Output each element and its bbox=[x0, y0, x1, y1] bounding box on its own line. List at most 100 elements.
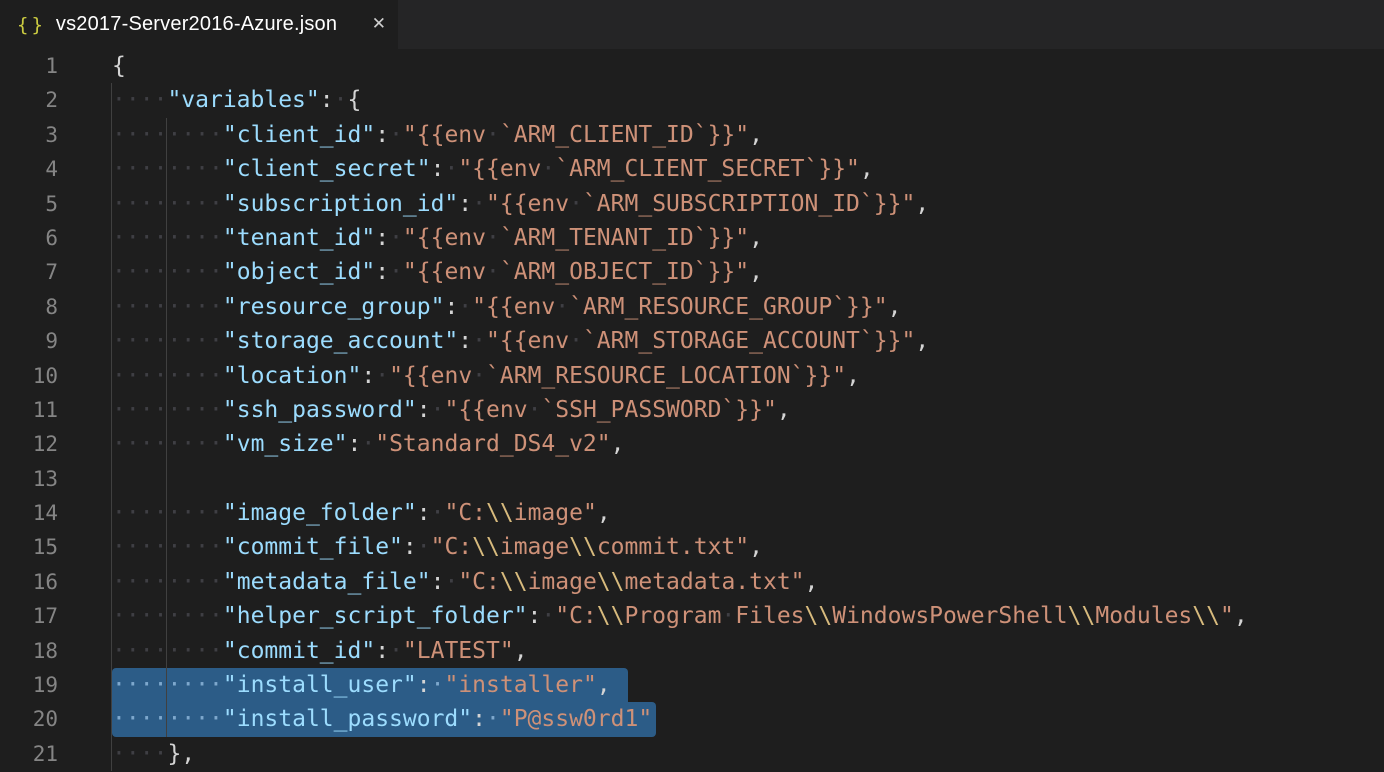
code-token: ········ bbox=[112, 397, 223, 423]
line-number[interactable]: 3 bbox=[0, 118, 58, 152]
code-token: "LATEST" bbox=[403, 638, 514, 664]
whitespace-dot: · bbox=[195, 294, 209, 320]
whitespace-dot: · bbox=[334, 87, 348, 113]
code-token: · bbox=[444, 156, 458, 182]
line-number[interactable]: 13 bbox=[0, 462, 58, 496]
line-number[interactable]: 18 bbox=[0, 634, 58, 668]
code-line[interactable]: 7········"object_id":·"{{env·`ARM_OBJECT… bbox=[0, 255, 1384, 289]
line-number[interactable]: 21 bbox=[0, 737, 58, 771]
line-number[interactable]: 14 bbox=[0, 496, 58, 530]
code-token: , bbox=[514, 638, 528, 664]
whitespace-dot: · bbox=[209, 363, 223, 389]
whitespace-dot: · bbox=[126, 500, 140, 526]
code-line[interactable]: 8 ········"resource_group":·"{{env·`ARM_R… bbox=[0, 290, 1384, 324]
whitespace-dot: · bbox=[167, 328, 181, 354]
whitespace-dot: · bbox=[154, 87, 168, 113]
whitespace-dot: · bbox=[195, 156, 209, 182]
code-text: ········"object_id":·"{{env·`ARM_OBJECT_… bbox=[112, 255, 763, 289]
line-number[interactable]: 8 bbox=[0, 290, 58, 324]
line-number[interactable]: 12 bbox=[0, 427, 58, 461]
code-token: · bbox=[361, 431, 375, 457]
code-token: \\ bbox=[1068, 603, 1096, 629]
code-line[interactable]: 11········"ssh_password":·"{{env·`SSH_PA… bbox=[0, 393, 1384, 427]
line-number[interactable]: 16 bbox=[0, 565, 58, 599]
code-text: ········"image_folder":·"C:\\image", bbox=[112, 496, 611, 530]
whitespace-dot: · bbox=[112, 569, 126, 595]
whitespace-dot: · bbox=[541, 156, 555, 182]
code-line[interactable]: 1{ bbox=[0, 49, 1384, 83]
whitespace-dot: · bbox=[167, 638, 181, 664]
tab-title: vs2017-Server2016-Azure.json bbox=[56, 13, 337, 36]
code-token: ········ bbox=[112, 328, 223, 354]
line-number[interactable]: 5 bbox=[0, 187, 58, 221]
line-number[interactable]: 1 bbox=[0, 49, 58, 83]
whitespace-dot: · bbox=[486, 706, 500, 732]
line-number[interactable]: 10 bbox=[0, 359, 58, 393]
whitespace-dot: · bbox=[126, 259, 140, 285]
whitespace-dot: · bbox=[181, 534, 195, 560]
code-token: , bbox=[915, 191, 929, 217]
whitespace-dot: · bbox=[140, 500, 154, 526]
whitespace-dot: · bbox=[167, 706, 181, 732]
code-line[interactable]: 3········"client_id":·"{{env·`ARM_CLIENT… bbox=[0, 118, 1384, 152]
code-line[interactable]: 15········"commit_file":·"C:\\image\\com… bbox=[0, 530, 1384, 564]
whitespace-dot: · bbox=[167, 259, 181, 285]
code-token: ········ bbox=[112, 603, 223, 629]
code-line[interactable]: 16········"metadata_file":·"C:\\image\\m… bbox=[0, 565, 1384, 599]
line-number[interactable]: 20 bbox=[0, 702, 58, 736]
code-line[interactable]: 12········"vm_size":·"Standard_DS4_v2", bbox=[0, 427, 1384, 461]
code-line[interactable]: 20········"install_password":·"P@ssw0rd1… bbox=[0, 702, 1384, 736]
line-number[interactable]: 9 bbox=[0, 324, 58, 358]
whitespace-dot: · bbox=[154, 225, 168, 251]
close-tab-icon[interactable]: ✕ bbox=[372, 16, 386, 33]
code-line[interactable]: 4········"client_secret":·"{{env·`ARM_CL… bbox=[0, 152, 1384, 186]
code-token: ········ bbox=[112, 706, 223, 732]
whitespace-dot: · bbox=[209, 500, 223, 526]
code-line[interactable]: 19········"install_user":·"installer", bbox=[0, 668, 1384, 702]
code-line[interactable]: 13 bbox=[0, 462, 1384, 496]
code-line[interactable]: 2····"variables":·{ bbox=[0, 83, 1384, 117]
whitespace-dot: · bbox=[167, 191, 181, 217]
code-line[interactable]: 17········"helper_script_folder":·"C:\\P… bbox=[0, 599, 1384, 633]
whitespace-dot: · bbox=[140, 603, 154, 629]
whitespace-dot: · bbox=[569, 328, 583, 354]
editor[interactable]: 1{2····"variables":·{3········"client_id… bbox=[0, 49, 1384, 771]
code-token: "installer" bbox=[444, 672, 596, 698]
code-line[interactable]: 18········"commit_id":·"LATEST", bbox=[0, 634, 1384, 668]
line-number[interactable]: 17 bbox=[0, 599, 58, 633]
line-number[interactable]: 4 bbox=[0, 152, 58, 186]
code-token: , bbox=[597, 672, 611, 698]
code-line[interactable]: 10········"location":·"{{env·`ARM_RESOUR… bbox=[0, 359, 1384, 393]
code-line[interactable]: 9········"storage_account":·"{{env·`ARM_… bbox=[0, 324, 1384, 358]
line-number[interactable]: 15 bbox=[0, 530, 58, 564]
whitespace-dot: · bbox=[195, 706, 209, 732]
indent-guide bbox=[111, 462, 112, 496]
whitespace-dot: · bbox=[112, 431, 126, 457]
line-number[interactable]: 7 bbox=[0, 255, 58, 289]
whitespace-dot: · bbox=[154, 706, 168, 732]
whitespace-dot: · bbox=[126, 672, 140, 698]
line-number[interactable]: 11 bbox=[0, 393, 58, 427]
code-text: ····}, bbox=[112, 737, 195, 771]
code-text: ········"vm_size":·"Standard_DS4_v2", bbox=[112, 427, 624, 461]
code-token: ········ bbox=[112, 569, 223, 595]
line-number[interactable]: 2 bbox=[0, 83, 58, 117]
whitespace-dot: · bbox=[431, 500, 445, 526]
whitespace-dot: · bbox=[112, 191, 126, 217]
whitespace-dot: · bbox=[112, 603, 126, 629]
code-line[interactable]: 14 ········"image_folder":·"C:\\image", bbox=[0, 496, 1384, 530]
code-line[interactable]: 21 ····}, bbox=[0, 737, 1384, 771]
whitespace-dot: · bbox=[417, 534, 431, 560]
code-token: "{{env·`ARM_TENANT_ID`}}" bbox=[403, 225, 749, 251]
whitespace-dot: · bbox=[154, 672, 168, 698]
whitespace-dot: · bbox=[126, 534, 140, 560]
line-number[interactable]: 19 bbox=[0, 668, 58, 702]
line-number[interactable]: 6 bbox=[0, 221, 58, 255]
code-token: image" bbox=[514, 500, 597, 526]
whitespace-dot: · bbox=[126, 156, 140, 182]
tab-vs2017-server2016-azure-json[interactable]: {} vs2017-Server2016-Azure.json ✕ bbox=[0, 0, 398, 49]
code-line[interactable]: 5········"subscription_id":·"{{env·`ARM_… bbox=[0, 187, 1384, 221]
code-text: ········"resource_group":·"{{env·`ARM_RE… bbox=[112, 290, 901, 324]
whitespace-dot: · bbox=[195, 122, 209, 148]
code-line[interactable]: 6········"tenant_id":·"{{env·`ARM_TENANT… bbox=[0, 221, 1384, 255]
